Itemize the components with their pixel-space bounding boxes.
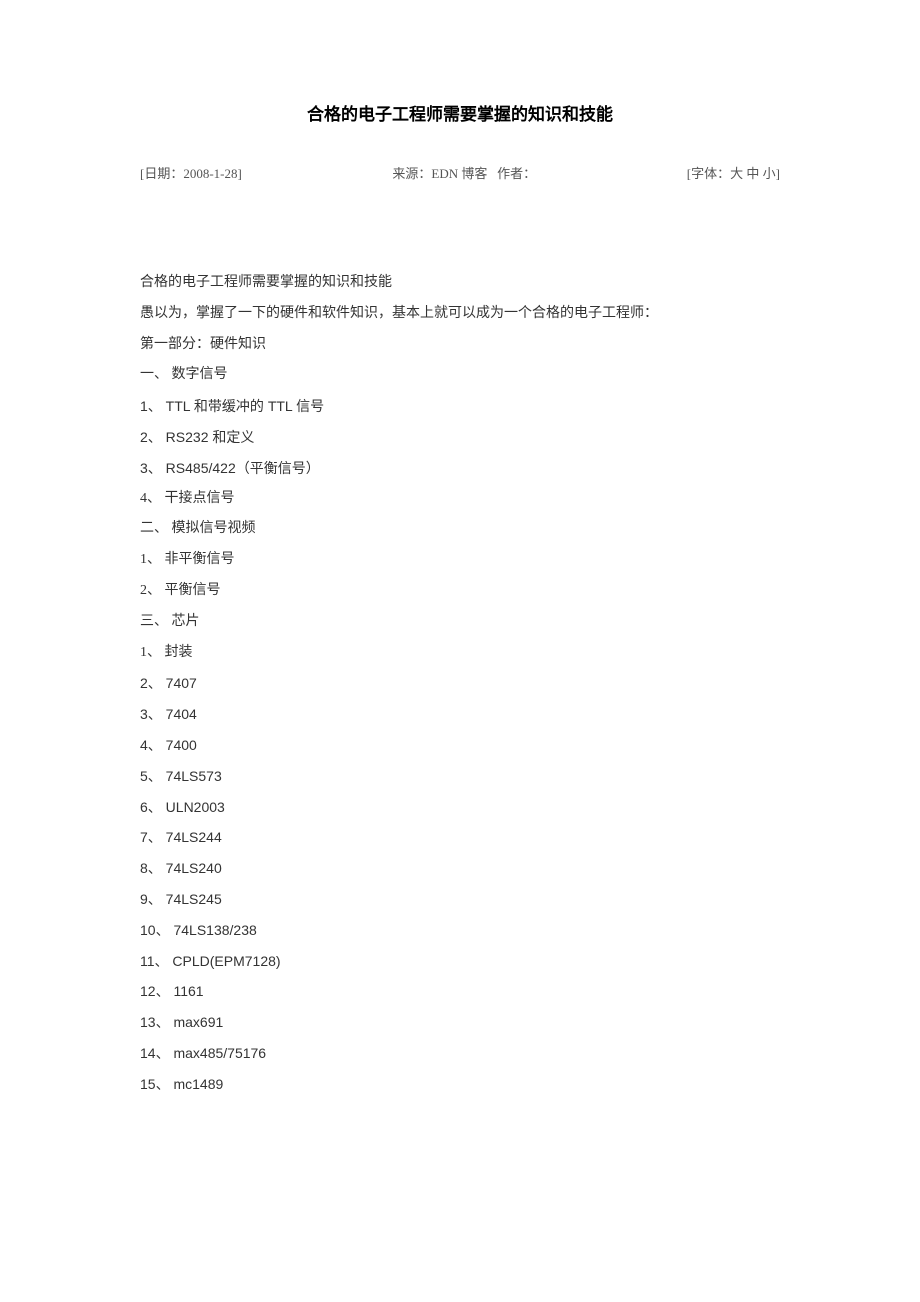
content-line: 三、 芯片 xyxy=(140,607,780,638)
content-line: 2、 平衡信号 xyxy=(140,576,780,607)
content-line: 1、 非平衡信号 xyxy=(140,545,780,576)
meta-font-size: [字体：大 中 小] xyxy=(687,163,780,182)
font-label-open: [字体： xyxy=(687,166,730,181)
font-label-close: ] xyxy=(776,166,780,181)
article-content: 合格的电子工程师需要掌握的知识和技能 愚以为，掌握了一下的硬件和软件知识，基本上… xyxy=(140,268,780,1100)
content-line: 2、 7407 xyxy=(140,668,780,699)
content-line: 8、 74LS240 xyxy=(140,853,780,884)
content-line: 3、 RS485/422（平衡信号） xyxy=(140,453,780,484)
content-line: 5、 74LS573 xyxy=(140,761,780,792)
content-line: 4、 干接点信号 xyxy=(140,484,780,515)
content-line: 6、 ULN2003 xyxy=(140,792,780,823)
content-line: 1、 TTL 和带缓冲的 TTL 信号 xyxy=(140,391,780,422)
content-line: 合格的电子工程师需要掌握的知识和技能 xyxy=(140,268,780,299)
font-large-link[interactable]: 大 xyxy=(730,166,743,181)
content-line: 10、 74LS138/238 xyxy=(140,915,780,946)
content-line: 9、 74LS245 xyxy=(140,884,780,915)
content-line: 一、 数字信号 xyxy=(140,360,780,391)
font-medium-link[interactable]: 中 xyxy=(746,166,759,181)
content-line: 15、 mc1489 xyxy=(140,1069,780,1100)
content-line: 2、 RS232 和定义 xyxy=(140,422,780,453)
meta-source-author: 来源：EDN 博客 作者： xyxy=(392,163,536,182)
font-small-link[interactable]: 小 xyxy=(763,166,776,181)
content-line: 愚以为，掌握了一下的硬件和软件知识，基本上就可以成为一个合格的电子工程师： xyxy=(140,299,780,330)
content-line: 12、 1161 xyxy=(140,976,780,1007)
meta-row: [日期：2008-1-28] 来源：EDN 博客 作者： [字体：大 中 小] xyxy=(140,163,780,182)
content-line: 4、 7400 xyxy=(140,730,780,761)
content-line: 第一部分：硬件知识 xyxy=(140,330,780,361)
content-line: 11、 CPLD(EPM7128) xyxy=(140,946,780,977)
content-line: 3、 7404 xyxy=(140,699,780,730)
content-line: 14、 max485/75176 xyxy=(140,1038,780,1069)
meta-source: 来源：EDN 博客 xyxy=(392,166,487,181)
meta-date: [日期：2008-1-28] xyxy=(140,163,242,182)
content-line: 13、 max691 xyxy=(140,1007,780,1038)
content-line: 7、 74LS244 xyxy=(140,822,780,853)
meta-author: 作者： xyxy=(497,166,536,181)
content-line: 1、 封装 xyxy=(140,638,780,669)
page-title: 合格的电子工程师需要掌握的知识和技能 xyxy=(140,100,780,125)
content-line: 二、 模拟信号视频 xyxy=(140,514,780,545)
